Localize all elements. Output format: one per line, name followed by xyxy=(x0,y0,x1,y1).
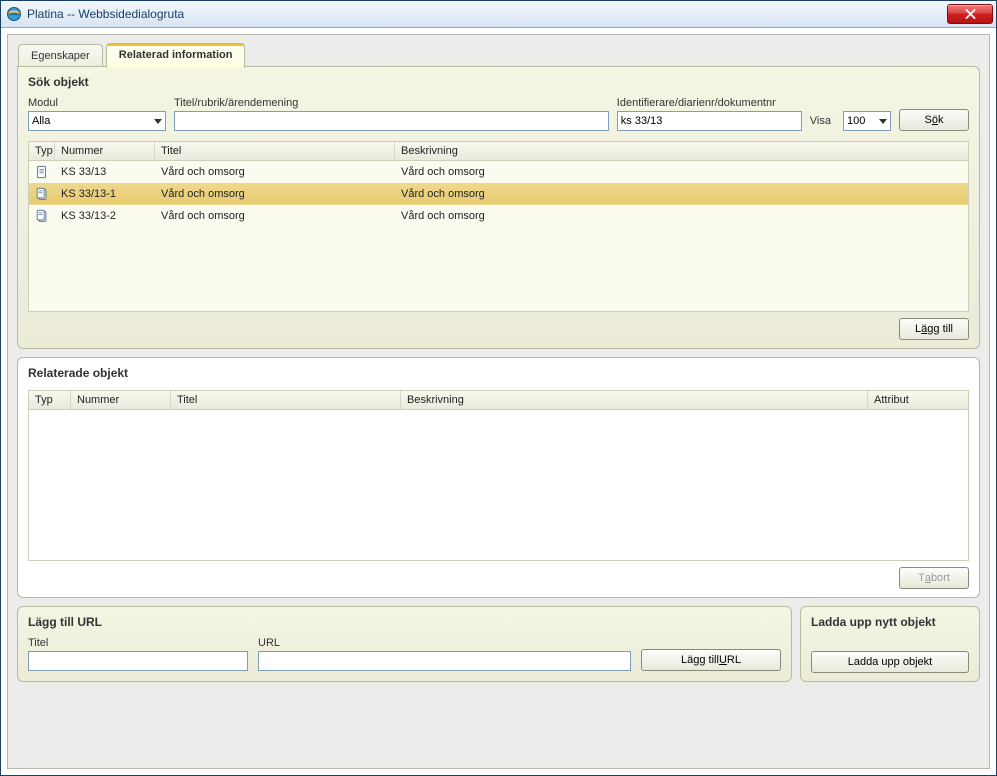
label-title: Titel/rubrik/ärendemening xyxy=(174,97,609,109)
label-identifier: Identifierare/diarienr/dokumentnr xyxy=(617,97,802,109)
cell-title: Vård och omsorg xyxy=(155,188,395,200)
field-module: Modul Alla xyxy=(28,97,166,131)
panel-add-url: Lägg till URL Titel URL Lägg till URL xyxy=(17,606,792,682)
related-grid: Typ Nummer Titel Beskrivning Attribut xyxy=(28,390,969,561)
search-form-row: Modul Alla Titel/rubrik/ärendemening Ide… xyxy=(28,97,969,131)
select-module-value: Alla xyxy=(32,115,50,127)
client-area: Egenskaper Relaterad information Sök obj… xyxy=(7,34,990,769)
cell-title: Vård och omsorg xyxy=(155,166,395,178)
field-url: URL xyxy=(258,637,631,671)
url-fields: Titel URL Lägg till URL xyxy=(28,637,781,671)
panel-title-url: Lägg till URL xyxy=(28,615,781,629)
input-title[interactable] xyxy=(174,111,609,131)
upload-button[interactable]: Ladda upp objekt xyxy=(811,651,969,673)
input-identifier[interactable] xyxy=(617,111,802,131)
field-title: Titel/rubrik/ärendemening xyxy=(174,97,609,131)
panel-search-footer: Lägg till xyxy=(28,318,969,340)
panel-search: Sök objekt Modul Alla Titel/rubrik/ärend… xyxy=(17,66,980,349)
dialog-window: Platina -- Webbsidedialogruta Egenskaper… xyxy=(0,0,997,776)
panel-upload: Ladda upp nytt objekt Ladda upp objekt xyxy=(800,606,980,682)
panel-related: Relaterade objekt Typ Nummer Titel Beskr… xyxy=(17,357,980,598)
close-button[interactable] xyxy=(947,4,993,24)
label-module: Modul xyxy=(28,97,166,109)
panel-title-related: Relaterade objekt xyxy=(28,366,969,380)
cell-desc: Vård och omsorg xyxy=(395,166,968,178)
col-number[interactable]: Nummer xyxy=(71,391,171,409)
col-title[interactable]: Titel xyxy=(155,142,395,160)
select-show[interactable]: 100 xyxy=(843,111,891,131)
add-url-button[interactable]: Lägg till URL xyxy=(641,649,781,671)
related-grid-body[interactable] xyxy=(29,410,968,560)
label-url: URL xyxy=(258,637,631,649)
cell-title: Vård och omsorg xyxy=(155,210,395,222)
close-icon xyxy=(965,9,976,19)
table-row[interactable]: KS 33/13Vård och omsorgVård och omsorg xyxy=(29,161,968,183)
search-results-grid: Typ Nummer Titel Beskrivning KS 33/13Vår… xyxy=(28,141,969,312)
col-desc[interactable]: Beskrivning xyxy=(395,142,968,160)
label-show: Visa xyxy=(810,101,831,127)
search-results-header: Typ Nummer Titel Beskrivning xyxy=(29,142,968,161)
cell-number: KS 33/13-2 xyxy=(55,210,155,222)
col-type[interactable]: Typ xyxy=(29,142,55,160)
chevron-down-icon xyxy=(154,119,162,124)
panel-title-search: Sök objekt xyxy=(28,75,969,89)
tab-related-info[interactable]: Relaterad information xyxy=(106,43,246,68)
cell-desc: Vård och omsorg xyxy=(395,188,968,200)
search-button[interactable]: Sök xyxy=(899,109,969,131)
col-desc[interactable]: Beskrivning xyxy=(401,391,868,409)
tab-row: Egenskaper Relaterad information xyxy=(18,43,989,67)
search-results-body[interactable]: KS 33/13Vård och omsorgVård och omsorgKS… xyxy=(29,161,968,311)
documents-icon xyxy=(29,187,55,201)
table-row[interactable]: KS 33/13-2Vård och omsorgVård och omsorg xyxy=(29,205,968,227)
cell-desc: Vård och omsorg xyxy=(395,210,968,222)
select-module[interactable]: Alla xyxy=(28,111,166,131)
cell-number: KS 33/13-1 xyxy=(55,188,155,200)
panel-title-upload: Ladda upp nytt objekt xyxy=(811,615,969,629)
cell-number: KS 33/13 xyxy=(55,166,155,178)
titlebar: Platina -- Webbsidedialogruta xyxy=(1,1,996,28)
col-title[interactable]: Titel xyxy=(171,391,401,409)
field-identifier: Identifierare/diarienr/dokumentnr xyxy=(617,97,802,131)
label-url-title: Titel xyxy=(28,637,248,649)
col-attr[interactable]: Attribut xyxy=(868,391,968,409)
add-button[interactable]: Lägg till xyxy=(899,318,969,340)
remove-button: Ta bort xyxy=(899,567,969,589)
document-icon xyxy=(29,165,55,179)
input-url[interactable] xyxy=(258,651,631,671)
tab-properties[interactable]: Egenskaper xyxy=(18,44,103,68)
field-show: 100 xyxy=(843,97,891,131)
ie-icon xyxy=(6,6,22,22)
chevron-down-icon xyxy=(879,119,887,124)
table-row[interactable]: KS 33/13-1Vård och omsorgVård och omsorg xyxy=(29,183,968,205)
panel-related-footer: Ta bort xyxy=(28,567,969,589)
input-url-title[interactable] xyxy=(28,651,248,671)
documents-icon xyxy=(29,209,55,223)
col-number[interactable]: Nummer xyxy=(55,142,155,160)
field-url-title: Titel xyxy=(28,637,248,671)
col-type[interactable]: Typ xyxy=(29,391,71,409)
window-title: Platina -- Webbsidedialogruta xyxy=(27,7,184,21)
select-show-value: 100 xyxy=(847,115,865,127)
bottom-row: Lägg till URL Titel URL Lägg till URL xyxy=(17,606,980,682)
related-grid-header: Typ Nummer Titel Beskrivning Attribut xyxy=(29,391,968,410)
